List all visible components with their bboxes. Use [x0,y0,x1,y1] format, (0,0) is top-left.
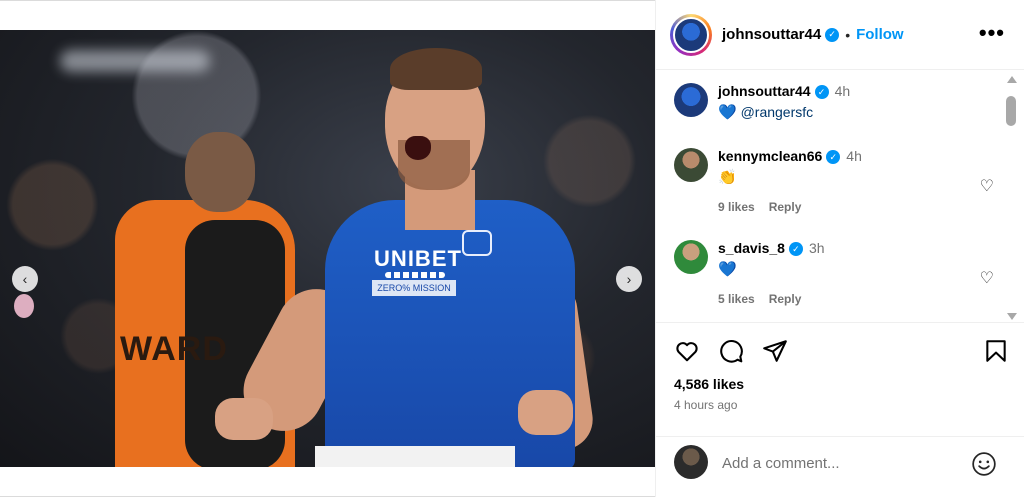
scroll-up-arrow[interactable] [1007,76,1017,83]
reply-button[interactable]: Reply [769,200,802,214]
next-photo-button[interactable]: › [616,266,642,292]
avatar[interactable] [674,148,708,182]
player-left-fist [215,398,273,440]
author-avatar[interactable] [670,13,712,56]
steward-vest-text: WARD [120,330,228,368]
comment-time: 4h [846,148,862,164]
emoji-icon[interactable] [971,451,997,477]
comment-icon[interactable] [718,338,744,364]
shirt-sponsor: UNIBET [374,246,462,271]
comment-time: 3h [808,240,825,256]
verified-icon: ✓ [826,150,841,165]
comment-heart-icon[interactable]: ♡ [980,268,994,288]
post-timestamp[interactable]: 4 hours ago [674,398,737,412]
post-photo[interactable]: WARD UNIBET ZERO% MISSION ‹ › [0,30,655,467]
comment-time: 4h [834,83,851,99]
post-side-panel: johnsouttar44 ✓ • Follow ••• johnsouttar… [655,0,1024,497]
player-mouth [405,136,431,160]
current-user-avatar [674,445,708,479]
avatar[interactable] [674,83,708,117]
side-indicator [14,294,34,318]
blue-heart-emoji: 💙 [718,261,737,279]
header-separator: • [845,26,851,43]
heart-icon[interactable] [674,338,700,364]
more-icon[interactable]: ••• [979,22,1005,44]
verified-icon: ✓ [788,242,803,257]
bookmark-icon[interactable] [983,338,1009,364]
comment-heart-icon[interactable]: ♡ [980,176,994,196]
player-right-fist [518,390,573,435]
player-shorts [315,446,515,467]
comment-composer [656,436,1024,497]
share-icon[interactable] [762,338,788,364]
comments-scrollbar[interactable] [1005,76,1019,320]
clap-emoji: 👏 [718,169,737,187]
comments-list[interactable]: johnsouttar44 ✓ 4h 💙 @rangersfc kennymclea… [656,71,1024,323]
comment-username[interactable]: kennymclean66 [718,148,822,164]
comment-likes[interactable]: 5 likes [718,292,755,306]
verified-icon: ✓ [825,27,840,42]
comment-likes[interactable]: 9 likes [718,200,755,214]
author-username[interactable]: johnsouttar44 [722,26,821,43]
comment-username[interactable]: johnsouttar44 [718,83,811,99]
comment-username[interactable]: s_davis_8 [718,240,785,256]
steward-head [185,132,255,212]
scroll-down-arrow[interactable] [1007,313,1017,320]
player-hair [390,48,482,90]
previous-photo-button[interactable]: ‹ [12,266,38,292]
sponsor-dots [385,272,445,278]
mention-link[interactable]: @rangersfc [741,104,814,120]
add-comment-input[interactable] [722,451,952,475]
scroll-thumb[interactable] [1006,96,1016,126]
post-header: johnsouttar44 ✓ • Follow ••• [656,0,1024,70]
post-actions [674,338,1009,368]
chevron-left-icon: ‹ [22,271,28,287]
shirt-sponsor-sub: ZERO% MISSION [372,280,456,296]
blue-heart-emoji: 💙 [718,104,737,122]
avatar[interactable] [674,240,708,274]
stadium-light [60,50,210,72]
reply-button[interactable]: Reply [769,292,802,306]
follow-button[interactable]: Follow [856,26,904,43]
like-count[interactable]: 4,586 likes [674,376,744,392]
verified-icon: ✓ [814,85,829,100]
chevron-right-icon: › [626,271,632,287]
